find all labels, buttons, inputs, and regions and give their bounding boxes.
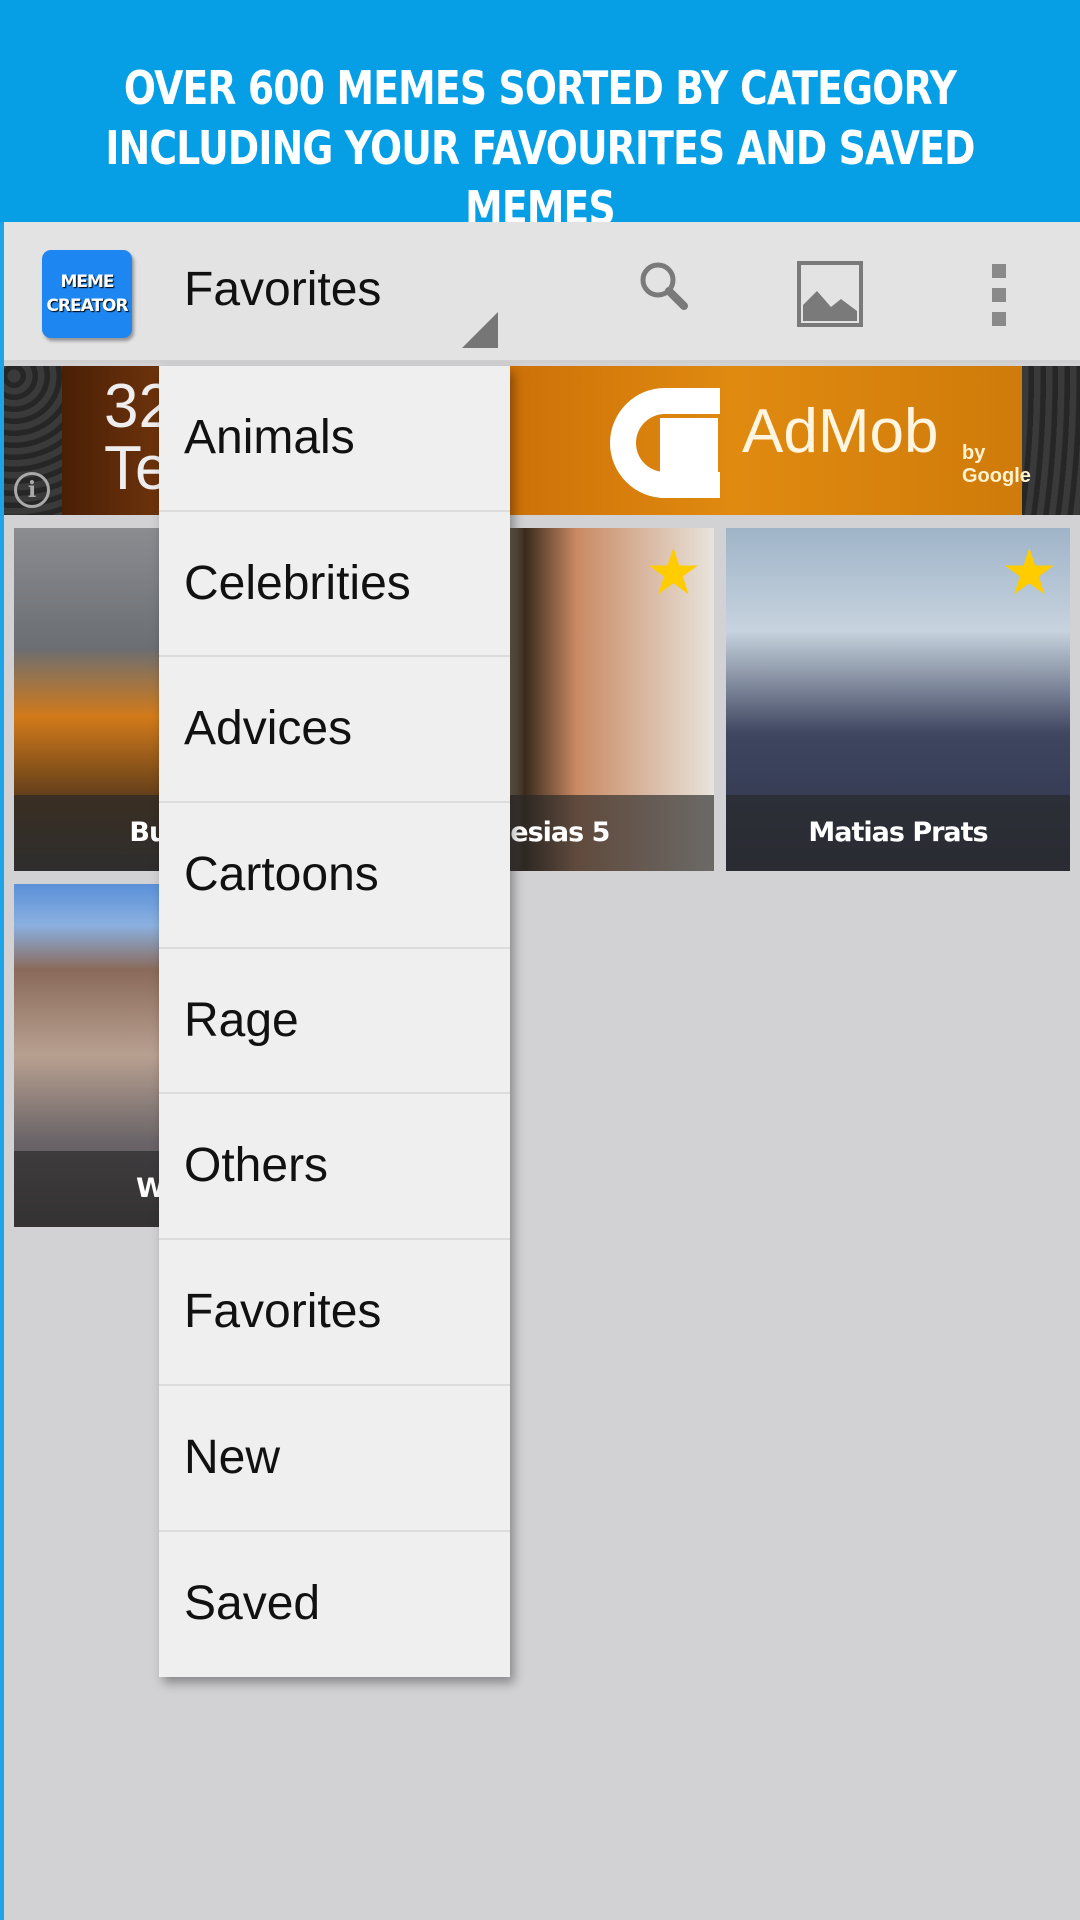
image-icon[interactable] (797, 261, 863, 327)
admob-logo-icon (660, 418, 718, 498)
menu-item-advices[interactable]: Advices (159, 657, 510, 804)
tile-caption: Matias Prats (726, 795, 1070, 871)
logo-text: MEME (60, 272, 114, 292)
meme-tile[interactable]: ★ Matias Prats (726, 528, 1070, 871)
menu-item-cartoons[interactable]: Cartoons (159, 803, 510, 949)
menu-item-saved[interactable]: Saved (159, 1532, 510, 1678)
action-bar: MEME CREATOR Favorites (4, 222, 1080, 363)
ad-brand: AdMob (742, 397, 939, 466)
ad-brand-sub: by Google (962, 442, 1031, 487)
menu-item-animals[interactable]: Animals (159, 366, 510, 512)
overflow-menu-icon[interactable] (990, 264, 1008, 328)
promo-banner: OVER 600 MEMES SORTED BY CATEGORY INCLUD… (0, 0, 1080, 235)
spinner-triangle-icon[interactable] (462, 312, 498, 348)
search-icon[interactable] (634, 256, 694, 316)
menu-item-others[interactable]: Others (159, 1094, 510, 1241)
logo-text: CREATOR (46, 296, 128, 316)
promo-line-1: OVER 600 MEMES SORTED BY CATEGORY (123, 61, 957, 115)
ad-info-icon[interactable]: i (14, 472, 50, 508)
app-logo[interactable]: MEME CREATOR (42, 250, 132, 338)
menu-item-rage[interactable]: Rage (159, 949, 510, 1095)
category-spinner-label[interactable]: Favorites (184, 262, 381, 317)
menu-item-celebrities[interactable]: Celebrities (159, 512, 510, 658)
category-dropdown-menu: Animals Celebrities Advices Cartoons Rag… (159, 366, 510, 1677)
menu-item-favorites[interactable]: Favorites (159, 1240, 510, 1386)
promo-line-2: INCLUDING YOUR FAVOURITES AND SAVED MEME… (105, 121, 975, 235)
favorite-star-icon[interactable]: ★ (1001, 540, 1058, 604)
menu-item-new[interactable]: New (159, 1386, 510, 1532)
favorite-star-icon[interactable]: ★ (645, 540, 702, 604)
